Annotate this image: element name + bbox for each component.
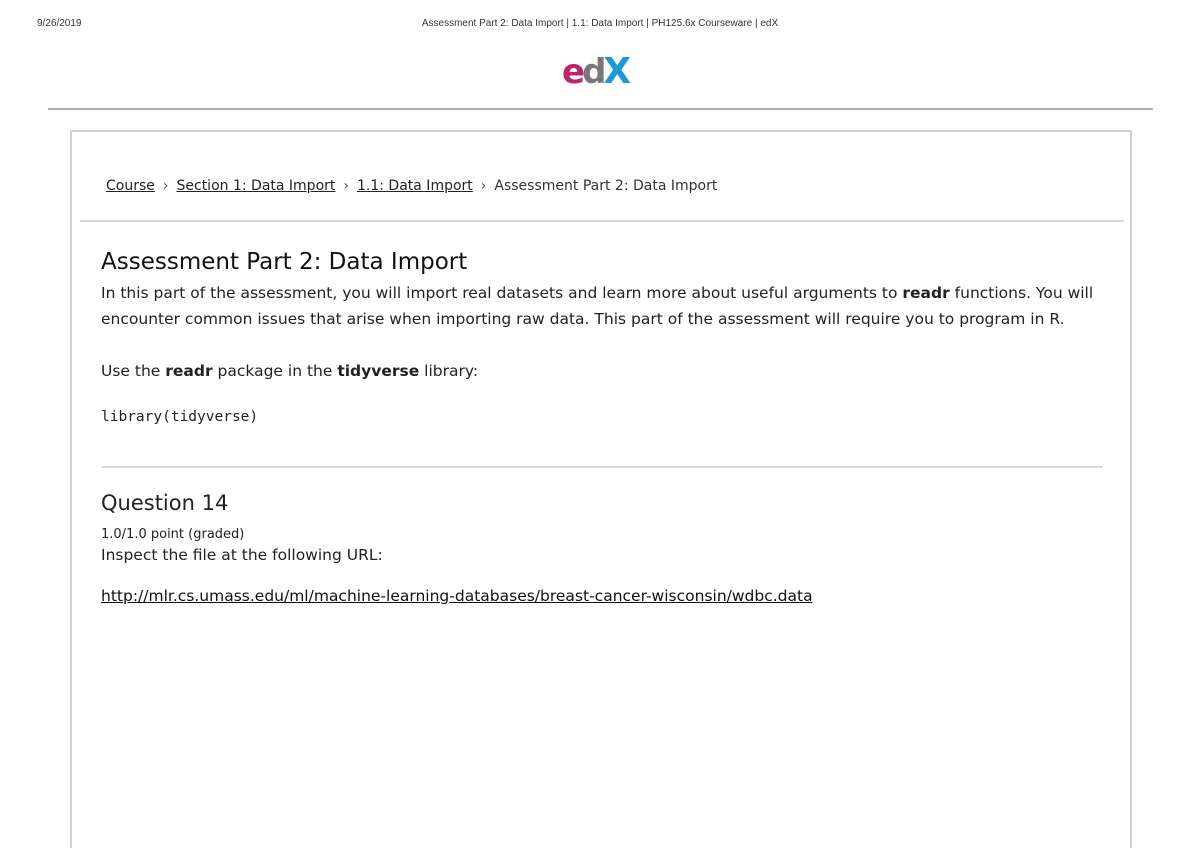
problem-content: Assessment Part 2: Data Import In this p… <box>101 244 1106 607</box>
breadcrumb-current: Assessment Part 2: Data Import <box>494 178 718 194</box>
usage-text-end: library: <box>419 362 479 380</box>
courseware-card: Course › Section 1: Data Import › 1.1: Data … <box>70 130 1132 848</box>
problem-title: Assessment Part 2: Data Import <box>101 249 468 275</box>
intro-bold-readr: readr <box>902 284 950 302</box>
breadcrumb-separator-icon: › <box>343 178 349 194</box>
usage-text-mid: package in the <box>212 362 338 380</box>
print-header: 9/26/2019 Assessment Part 2: Data Import… <box>0 18 1200 34</box>
dataset-url-link[interactable]: http://mlr.cs.umass.edu/ml/machine-learn… <box>101 585 813 607</box>
logo-letter-x: X <box>603 51 631 92</box>
problem-intro: In this part of the assessment, you will… <box>101 280 1106 332</box>
logo-letter-e: e <box>562 52 585 92</box>
breadcrumb-divider <box>80 220 1124 222</box>
usage-bold-tidyverse: tidyverse <box>337 362 420 380</box>
breadcrumb-course-link[interactable]: Course <box>106 178 155 194</box>
breadcrumb-subsection-link[interactable]: 1.1: Data Import <box>357 178 473 194</box>
question-divider <box>101 466 1103 468</box>
code-snippet: library(tidyverse) <box>101 409 259 425</box>
edx-logo[interactable]: edX <box>562 51 642 93</box>
logo-letter-d: d <box>582 52 606 92</box>
intro-text: In this part of the assessment, you will… <box>101 284 903 302</box>
question-points: 1.0/1.0 point (graded) <box>101 527 245 542</box>
usage-text: Use the <box>101 362 166 380</box>
question-prompt: Inspect the file at the following URL: <box>101 546 383 564</box>
question-title: Question 14 <box>101 491 229 515</box>
usage-bold-readr: readr <box>165 362 213 380</box>
print-page-title: Assessment Part 2: Data Import | 1.1: Da… <box>421 18 779 29</box>
breadcrumb-separator-icon: › <box>162 178 169 194</box>
breadcrumb-section-link[interactable]: Section 1: Data Import <box>177 178 336 194</box>
breadcrumb: Course › Section 1: Data Import › 1.1: Data … <box>106 178 717 194</box>
usage-instructions: Use the readr package in the tidyverse l… <box>101 358 1106 384</box>
breadcrumb-separator-icon: › <box>480 178 487 194</box>
header-divider <box>48 108 1153 110</box>
